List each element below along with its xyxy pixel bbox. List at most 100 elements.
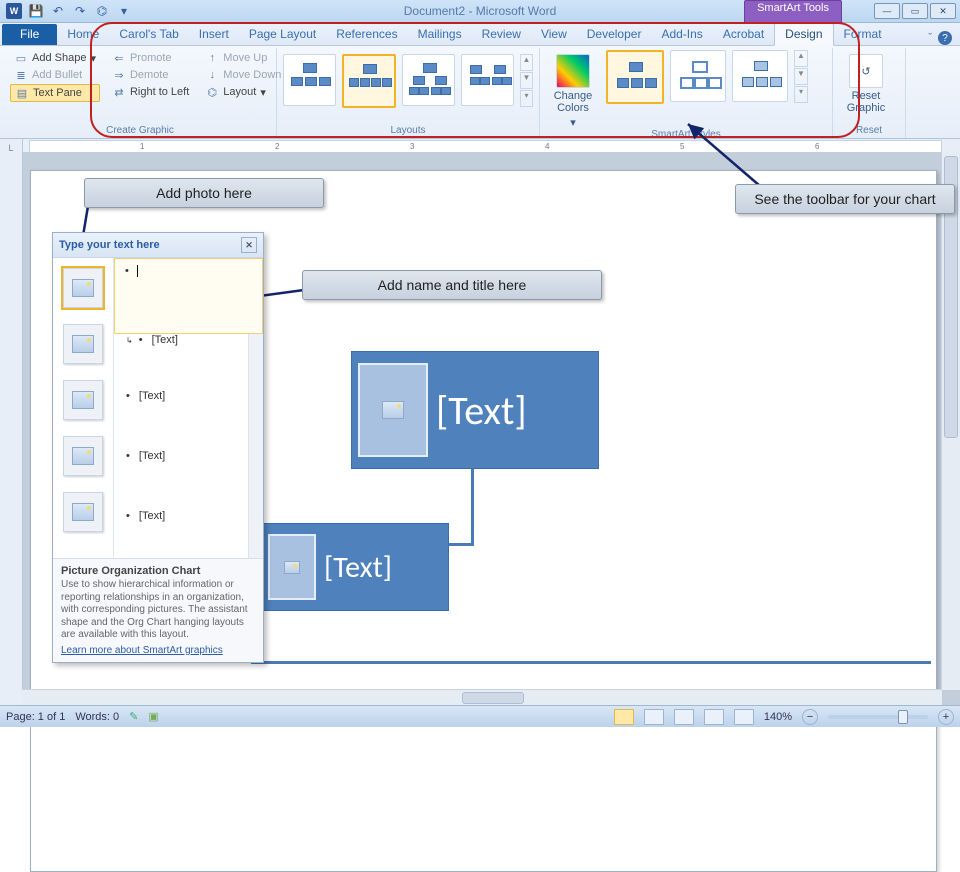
gallery-more-icon[interactable]: ▾ bbox=[520, 90, 533, 107]
view-outline-button[interactable] bbox=[704, 709, 724, 725]
layout-option-3[interactable] bbox=[402, 54, 455, 106]
status-page[interactable]: Page: 1 of 1 bbox=[6, 711, 65, 723]
promote-button[interactable]: ⇐Promote bbox=[108, 50, 193, 66]
styles-up-icon[interactable]: ▲ bbox=[794, 50, 808, 67]
demote-icon: ⇒ bbox=[112, 68, 126, 82]
layout-button[interactable]: ⌬Layout ▾ bbox=[201, 84, 285, 100]
text-pane-item-active[interactable]: • bbox=[114, 258, 263, 334]
rtl-label: Right to Left bbox=[130, 86, 189, 98]
title-bar: W 💾 ↶ ↷ ⌬ ▾ Document2 - Microsoft Word S… bbox=[0, 0, 960, 23]
text-pane-footer-body: Use to show hierarchical information or … bbox=[61, 579, 255, 642]
horizontal-scroll-thumb[interactable] bbox=[462, 692, 524, 704]
zoom-slider[interactable] bbox=[828, 715, 928, 719]
style-option-2[interactable] bbox=[670, 50, 726, 102]
text-pane-learn-more-link[interactable]: Learn more about SmartArt graphics bbox=[61, 645, 223, 656]
ribbon-minimize-icon[interactable]: ˇ bbox=[928, 32, 932, 44]
text-pane-item[interactable]: • [Text] bbox=[126, 510, 251, 522]
demote-button[interactable]: ⇒ Demote bbox=[108, 67, 193, 83]
status-macro-icon[interactable]: ▣ bbox=[148, 710, 158, 723]
layout-option-2-selected[interactable] bbox=[342, 54, 397, 108]
tab-pagelayout[interactable]: Page Layout bbox=[239, 24, 326, 45]
vertical-ruler[interactable] bbox=[0, 152, 23, 706]
text-pane-thumb[interactable] bbox=[63, 492, 103, 532]
right-to-left-button[interactable]: ⇄Right to Left bbox=[108, 84, 193, 100]
text-pane-item[interactable]: • [Text] bbox=[126, 390, 251, 402]
tab-acrobat[interactable]: Acrobat bbox=[713, 24, 774, 45]
status-proofing-icon[interactable]: ✎ bbox=[129, 710, 138, 723]
undo-icon[interactable]: ↶ bbox=[50, 3, 66, 19]
text-pane-close-button[interactable]: ✕ bbox=[241, 237, 257, 253]
zoom-out-button[interactable]: − bbox=[802, 709, 818, 725]
styles-more-icon[interactable]: ▾ bbox=[794, 86, 808, 103]
picture-icon bbox=[72, 447, 94, 465]
tab-review[interactable]: Review bbox=[472, 24, 531, 45]
view-full-screen-button[interactable] bbox=[644, 709, 664, 725]
tab-carols[interactable]: Carol's Tab bbox=[109, 24, 188, 45]
zoom-level[interactable]: 140% bbox=[764, 711, 792, 723]
tab-developer[interactable]: Developer bbox=[577, 24, 652, 45]
style-option-1-selected[interactable] bbox=[606, 50, 664, 104]
redo-icon[interactable]: ↷ bbox=[72, 3, 88, 19]
help-icon[interactable]: ? bbox=[938, 31, 952, 45]
save-icon[interactable]: 💾 bbox=[28, 3, 44, 19]
smartart-root-node[interactable]: [Text] bbox=[351, 351, 599, 469]
gallery-up-icon[interactable]: ▲ bbox=[520, 54, 533, 71]
tab-mailings[interactable]: Mailings bbox=[408, 24, 472, 45]
smartart-picture-placeholder[interactable] bbox=[268, 534, 316, 600]
gallery-down-icon[interactable]: ▼ bbox=[520, 72, 533, 89]
smartart-node-text[interactable]: [Text] bbox=[436, 386, 527, 435]
layout-option-1[interactable] bbox=[283, 54, 336, 106]
text-pane-item-label: [Text] bbox=[139, 450, 165, 462]
status-words[interactable]: Words: 0 bbox=[75, 711, 119, 723]
text-pane-thumb[interactable] bbox=[63, 380, 103, 420]
tab-home[interactable]: Home bbox=[57, 24, 109, 45]
move-down-label: Move Down bbox=[223, 69, 281, 81]
zoom-slider-thumb[interactable] bbox=[898, 710, 908, 724]
zoom-in-button[interactable]: + bbox=[938, 709, 954, 725]
vertical-scrollbar[interactable] bbox=[941, 152, 960, 690]
text-pane-item[interactable]: ↳• [Text] bbox=[126, 334, 251, 346]
view-web-layout-button[interactable] bbox=[674, 709, 694, 725]
view-draft-button[interactable] bbox=[734, 709, 754, 725]
style-option-3[interactable] bbox=[732, 50, 788, 102]
text-pane-button[interactable]: ▤Text Pane bbox=[10, 84, 100, 102]
text-pane-thumb[interactable] bbox=[63, 436, 103, 476]
move-down-button[interactable]: ↓Move Down bbox=[201, 67, 285, 83]
tab-view[interactable]: View bbox=[531, 24, 577, 45]
change-colors-button[interactable]: Change Colors ▾ bbox=[546, 50, 600, 129]
move-up-button[interactable]: ↑Move Up bbox=[201, 50, 285, 66]
ruler-tick: 6 bbox=[815, 142, 819, 151]
tab-references[interactable]: References bbox=[326, 24, 407, 45]
word-app-icon[interactable]: W bbox=[6, 3, 22, 19]
reset-graphic-button[interactable]: ↺ Reset Graphic bbox=[839, 50, 893, 114]
tab-addins[interactable]: Add-Ins bbox=[651, 24, 712, 45]
tab-design[interactable]: Design bbox=[774, 23, 833, 46]
text-pane-thumb[interactable] bbox=[63, 268, 103, 308]
qat-orgchart-icon[interactable]: ⌬ bbox=[94, 3, 110, 19]
tab-format[interactable]: Format bbox=[834, 24, 892, 45]
file-tab[interactable]: File bbox=[2, 24, 57, 45]
smartart-picture-placeholder[interactable] bbox=[358, 363, 428, 457]
text-pane-icon: ▤ bbox=[15, 86, 29, 100]
qat-more-icon[interactable]: ▾ bbox=[116, 3, 132, 19]
group-create-graphic: ▭Add Shape ▾ ≣Add Bullet ▤Text Pane ⇐Pro… bbox=[4, 48, 277, 138]
tab-insert[interactable]: Insert bbox=[189, 24, 239, 45]
text-pane-item[interactable]: • [Text] bbox=[126, 450, 251, 462]
text-pane-thumbnails bbox=[53, 258, 114, 558]
close-button[interactable]: ✕ bbox=[930, 3, 956, 19]
minimize-button[interactable]: — bbox=[874, 3, 900, 19]
smartart-node-text[interactable]: [Text] bbox=[324, 549, 392, 586]
demote-label: Demote bbox=[130, 69, 169, 81]
horizontal-scrollbar[interactable] bbox=[22, 689, 942, 706]
smartart-child-node[interactable]: [Text] bbox=[261, 523, 449, 611]
styles-down-icon[interactable]: ▼ bbox=[794, 68, 808, 85]
layout-option-4[interactable] bbox=[461, 54, 514, 106]
add-bullet-button[interactable]: ≣Add Bullet bbox=[10, 67, 100, 83]
restore-button[interactable]: ▭ bbox=[902, 3, 928, 19]
contextual-tab-label: SmartArt Tools bbox=[744, 0, 842, 24]
add-shape-button[interactable]: ▭Add Shape ▾ bbox=[10, 50, 100, 66]
text-pane-thumb[interactable] bbox=[63, 324, 103, 364]
status-bar: Page: 1 of 1 Words: 0 ✎ ▣ 140% − + bbox=[0, 705, 960, 727]
smartart-connector bbox=[251, 661, 931, 664]
view-print-layout-button[interactable] bbox=[614, 709, 634, 725]
